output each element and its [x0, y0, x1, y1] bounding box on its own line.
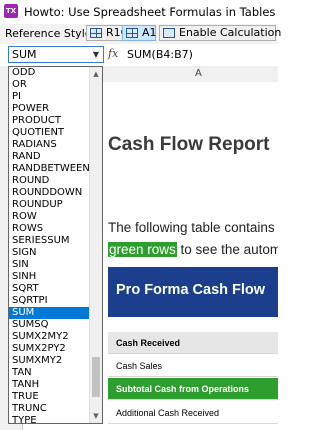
- function-list-item[interactable]: RAND: [9, 151, 89, 163]
- function-list-item[interactable]: TRUE: [9, 391, 89, 403]
- a1-icon: [126, 28, 138, 38]
- function-list-item[interactable]: SUMX2PY2: [9, 343, 89, 355]
- table-row-label: Subtotal Cash from Operations: [116, 384, 250, 394]
- table-header-title: Pro Forma Cash Flow: [116, 282, 266, 298]
- function-list-item[interactable]: SQRTPI: [9, 295, 89, 307]
- toolbar: Reference Style: R1C1 A1 Enable Calculat…: [0, 24, 281, 45]
- function-list-item[interactable]: ROUND: [9, 175, 89, 187]
- table-row[interactable]: Cash Received: [108, 332, 278, 354]
- paragraph-line-1: The following table contains fo: [108, 220, 278, 235]
- app-icon: TX: [4, 4, 18, 18]
- function-list-item[interactable]: SUMSQ: [9, 319, 89, 331]
- column-header-a[interactable]: A: [195, 68, 202, 79]
- function-list-item[interactable]: OR: [9, 79, 89, 91]
- function-list-item[interactable]: TANH: [9, 379, 89, 391]
- title-bar: TX Howto: Use Spreadsheet Formulas in Ta…: [0, 0, 278, 25]
- document-area[interactable]: Cash Flow Report The following table con…: [102, 82, 278, 430]
- fx-icon: fx: [108, 47, 119, 60]
- formula-input[interactable]: SUM(B4:B7): [127, 48, 193, 61]
- function-list-item[interactable]: SERIESSUM: [9, 235, 89, 247]
- table-row[interactable]: Cash Sales: [108, 355, 278, 377]
- function-list-item[interactable]: SIGN: [9, 247, 89, 259]
- reference-style-label: Reference Style:: [5, 27, 96, 40]
- document-title: Cash Flow Report: [108, 134, 270, 155]
- formula-bar: SUM ▼ fx SUM(B4:B7): [0, 44, 278, 67]
- function-list: ODD OR PI POWER PRODUCT QUOTIENT RADIANS RAND RA…: [9, 67, 90, 423]
- table-header-band: Pro Forma Cash Flow: [108, 267, 278, 317]
- paragraph-line-2: green rows to see the automa: [108, 242, 278, 257]
- function-list-item[interactable]: SUMXMY2: [9, 355, 89, 367]
- function-list-item[interactable]: TRUNC: [9, 403, 89, 415]
- function-list-item[interactable]: PRODUCT: [9, 115, 89, 127]
- chevron-down-icon[interactable]: ▼: [90, 48, 102, 61]
- enable-calculation-label: Enable Calculation: [179, 26, 282, 39]
- green-rows-highlight: green rows: [108, 242, 177, 257]
- function-list-item[interactable]: QUOTIENT: [9, 127, 89, 139]
- function-list-item[interactable]: TYPE: [9, 415, 89, 423]
- table-row-label: Cash Received: [116, 338, 181, 348]
- function-list-item[interactable]: SUMX2MY2: [9, 331, 89, 343]
- dropdown-scrollbar[interactable]: ▲ ▼: [89, 67, 102, 423]
- enable-calculation-button[interactable]: Enable Calculation: [159, 25, 281, 41]
- r1c1-icon: [90, 28, 102, 38]
- function-list-item[interactable]: PI: [9, 91, 89, 103]
- calculator-icon: [163, 28, 175, 38]
- a1-button[interactable]: A1: [122, 25, 157, 41]
- window-title: Howto: Use Spreadsheet Formulas in Table…: [24, 5, 276, 19]
- paragraph-text-2: to see the automa: [176, 242, 278, 257]
- table-row[interactable]: Subtotal Cash from Operations: [108, 378, 278, 400]
- function-list-item[interactable]: SIN: [9, 259, 89, 271]
- function-list-item[interactable]: ROWS: [9, 223, 89, 235]
- paragraph-text-1: The following table contains fo: [108, 220, 278, 235]
- function-list-item[interactable]: RANDBETWEEN: [9, 163, 90, 175]
- function-dropdown[interactable]: ODD OR PI POWER PRODUCT QUOTIENT RADIANS RAND RA…: [8, 66, 103, 424]
- a1-label: A1: [142, 26, 157, 39]
- function-list-item[interactable]: RADIANS: [9, 139, 89, 151]
- scrollbar-thumb[interactable]: [92, 357, 100, 397]
- table-row-label: Additional Cash Received: [116, 408, 220, 418]
- scroll-up-icon[interactable]: ▲: [90, 68, 102, 80]
- function-list-item[interactable]: ODD: [9, 67, 89, 79]
- name-box-value: SUM: [12, 48, 37, 61]
- function-list-item[interactable]: SQRT: [9, 283, 89, 295]
- function-list-item[interactable]: ROUNDDOWN: [9, 187, 89, 199]
- scroll-down-icon[interactable]: ▼: [90, 410, 102, 422]
- function-list-item[interactable]: TAN: [9, 367, 89, 379]
- function-list-item[interactable]: SUM: [9, 307, 89, 319]
- table-row-label: Cash Sales: [116, 361, 163, 371]
- function-list-item[interactable]: ROUNDUP: [9, 199, 89, 211]
- table-row[interactable]: Additional Cash Received: [108, 402, 278, 424]
- name-box[interactable]: SUM ▼: [8, 46, 104, 63]
- function-list-item[interactable]: SINH: [9, 271, 89, 283]
- function-list-item[interactable]: POWER: [9, 103, 89, 115]
- function-list-item[interactable]: ROW: [9, 211, 89, 223]
